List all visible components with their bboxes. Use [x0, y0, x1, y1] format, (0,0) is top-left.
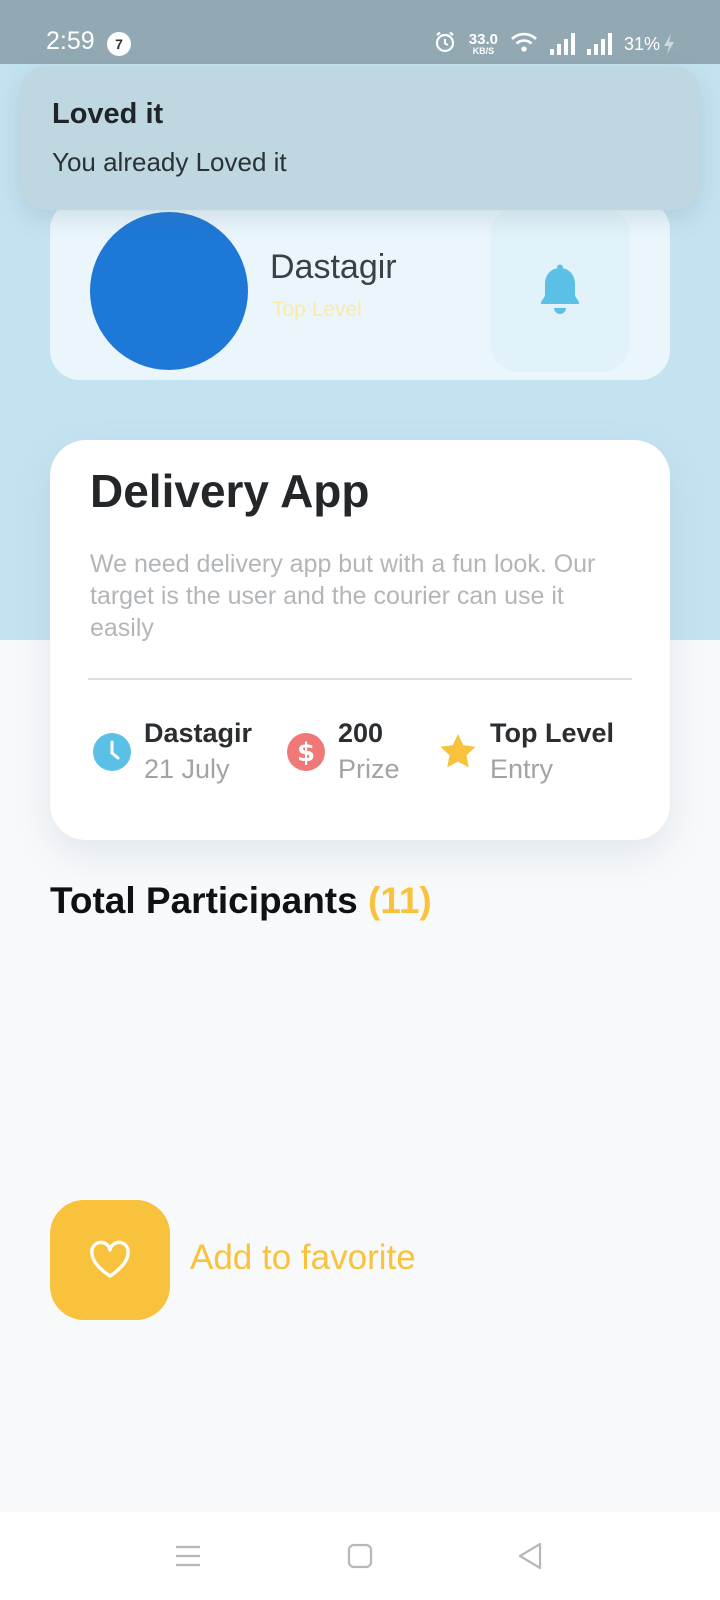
project-card: Delivery App We need delivery app but wi… [50, 440, 670, 840]
avatar[interactable] [90, 212, 248, 370]
notifications-button[interactable] [490, 208, 630, 372]
participants-count: (11) [368, 880, 432, 921]
divider [88, 678, 632, 680]
heart-icon [90, 1240, 130, 1278]
speed-value: 33.0 [468, 31, 498, 48]
signal-icon-sim1 [549, 33, 575, 55]
stat-level-sub: Entry [490, 754, 554, 784]
system-navigation-bar [0, 1512, 720, 1600]
project-title: Delivery App [90, 465, 370, 517]
toast-message: You already Loved it [52, 147, 287, 177]
profile-level: Top Level [272, 298, 362, 321]
home-nav-button[interactable] [344, 1540, 376, 1572]
add-to-favorite-button[interactable] [50, 1200, 170, 1320]
speed-unit: KB/S [472, 46, 495, 56]
participants-label: Total Participants [50, 880, 358, 921]
home-square-icon [347, 1543, 373, 1569]
star-icon [438, 732, 478, 772]
menu-icon [176, 1545, 200, 1567]
back-triangle-icon [518, 1542, 542, 1570]
participants-heading: Total Participants (11) [50, 880, 432, 922]
stat-date-sub: 21 July [144, 754, 230, 784]
project-description: We need delivery app but with a fun look… [90, 550, 596, 642]
profile-name: Dastagir [270, 248, 397, 286]
dollar-icon: $ [286, 732, 326, 772]
notification-count-badge: 7 [107, 32, 131, 56]
stat-level: Top Level Entry [438, 716, 614, 788]
status-icons: 33.0 KB/S 31% [433, 30, 676, 58]
stat-prize: $ 200 Prize [286, 716, 400, 788]
battery-percent: 31% [623, 33, 660, 54]
battery-indicator: 31% [624, 33, 676, 55]
back-nav-button[interactable] [514, 1540, 546, 1572]
wifi-icon [510, 31, 538, 58]
profile-card: Dastagir Top Level [50, 200, 670, 380]
bell-icon [541, 264, 579, 314]
toast-title: Loved it [52, 98, 164, 130]
alarm-icon [433, 30, 457, 59]
charging-bolt-icon [664, 34, 674, 54]
status-time: 2:59 [46, 27, 95, 55]
stat-prize-sub: Prize [338, 754, 400, 784]
stat-date: Dastagir 21 July [92, 716, 252, 788]
add-to-favorite-label[interactable]: Add to favorite [190, 1238, 416, 1278]
status-bar: 2:59 7 33.0 KB/S 31% [0, 0, 720, 64]
stat-prize-main: 200 [338, 718, 384, 748]
menu-nav-button[interactable] [172, 1540, 204, 1572]
svg-text:$: $ [297, 738, 315, 768]
stat-level-main: Top Level [490, 718, 615, 748]
toast-notification[interactable]: Loved it You already Loved it [20, 66, 700, 210]
stat-date-main: Dastagir [144, 718, 253, 748]
network-speed: 33.0 KB/S [469, 32, 498, 56]
signal-icon-sim2 [586, 33, 612, 55]
clock-icon [92, 732, 132, 772]
